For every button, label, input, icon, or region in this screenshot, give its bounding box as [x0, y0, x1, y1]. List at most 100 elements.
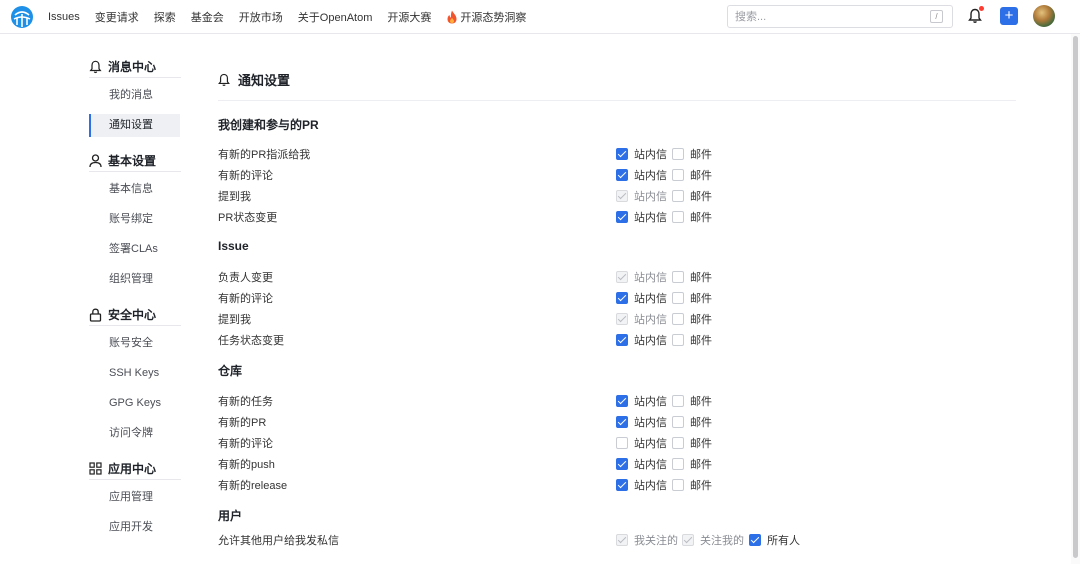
- site-message-checkbox[interactable]: [616, 437, 628, 449]
- sidebar-item-gpg-keys[interactable]: GPG Keys: [89, 392, 180, 415]
- nav-foundation[interactable]: 基金会: [191, 9, 224, 25]
- nav-issues[interactable]: Issues: [48, 11, 80, 23]
- create-new-button[interactable]: +: [1000, 7, 1018, 25]
- dm-permission-2-checkbox[interactable]: [749, 534, 761, 546]
- site-message-checkbox[interactable]: [616, 334, 628, 346]
- site-message-checkbox[interactable]: [616, 395, 628, 407]
- setting-row-label: 有新的评论: [218, 438, 273, 450]
- site-message-option[interactable]: 站内信: [616, 167, 667, 183]
- site-message-option[interactable]: 站内信: [616, 435, 667, 451]
- email-label: 邮件: [690, 293, 712, 305]
- email-checkbox[interactable]: [672, 416, 684, 428]
- notifications-button[interactable]: [968, 6, 984, 29]
- email-checkbox[interactable]: [672, 211, 684, 223]
- atomgit-logo-icon[interactable]: [11, 6, 33, 28]
- site-message-option[interactable]: 站内信: [616, 414, 667, 430]
- email-checkbox[interactable]: [672, 313, 684, 325]
- site-message-label: 站内信: [634, 335, 667, 347]
- sidebar-item-notification-settings[interactable]: 通知设置: [89, 114, 180, 137]
- email-checkbox[interactable]: [672, 148, 684, 160]
- email-option[interactable]: 邮件: [672, 269, 712, 285]
- nav-explore[interactable]: 探索: [154, 9, 176, 25]
- dm-permission-0-option[interactable]: 我关注的: [616, 532, 678, 548]
- dm-permission-0-label: 我关注的: [634, 535, 678, 547]
- email-checkbox[interactable]: [672, 190, 684, 202]
- email-option[interactable]: 邮件: [672, 209, 712, 225]
- email-label: 邮件: [690, 438, 712, 450]
- sidebar-item-my-messages[interactable]: 我的消息: [89, 84, 180, 107]
- user-icon: [89, 153, 102, 167]
- email-option[interactable]: 邮件: [672, 167, 712, 183]
- email-option[interactable]: 邮件: [672, 456, 712, 472]
- sidebar-item-basic-info[interactable]: 基本信息: [89, 178, 180, 201]
- site-message-option[interactable]: 站内信: [616, 393, 667, 409]
- dm-permission-1-label: 关注我的: [700, 535, 744, 547]
- email-checkbox[interactable]: [672, 437, 684, 449]
- site-message-checkbox[interactable]: [616, 211, 628, 223]
- search-input[interactable]: [728, 6, 918, 27]
- setting-row-label: PR状态变更: [218, 212, 278, 224]
- site-message-checkbox[interactable]: [616, 148, 628, 160]
- page-scrollbar[interactable]: [1071, 34, 1080, 564]
- dm-permission-1-option[interactable]: 关注我的: [682, 532, 744, 548]
- dm-permission-1-checkbox: [682, 534, 694, 546]
- email-label: 邮件: [690, 480, 712, 492]
- dm-permission-0-checkbox: [616, 534, 628, 546]
- nav-insights-label: 开源态势洞察: [460, 12, 527, 24]
- email-option[interactable]: 邮件: [672, 477, 712, 493]
- search-box[interactable]: /: [727, 5, 953, 28]
- sidebar-item-app-management[interactable]: 应用管理: [89, 486, 180, 509]
- sidebar-item-sign-clas[interactable]: 签署CLAs: [89, 238, 180, 261]
- email-option[interactable]: 邮件: [672, 332, 712, 348]
- nav-about-openatom[interactable]: 关于OpenAtom: [298, 9, 373, 25]
- site-message-checkbox[interactable]: [616, 169, 628, 181]
- site-message-checkbox[interactable]: [616, 479, 628, 491]
- site-message-option[interactable]: 站内信: [616, 209, 667, 225]
- email-option[interactable]: 邮件: [672, 311, 712, 327]
- site-message-checkbox[interactable]: [616, 458, 628, 470]
- email-checkbox[interactable]: [672, 292, 684, 304]
- sidebar-item-access-tokens[interactable]: 访问令牌: [89, 422, 180, 445]
- grid-icon: [89, 462, 102, 475]
- section-title-users: 用户: [218, 509, 243, 523]
- site-message-option[interactable]: 站内信: [616, 477, 667, 493]
- scrollbar-thumb[interactable]: [1073, 36, 1078, 558]
- nav-change-requests[interactable]: 变更请求: [95, 9, 139, 25]
- site-message-option[interactable]: 站内信: [616, 290, 667, 306]
- sidebar-item-org-management[interactable]: 组织管理: [89, 268, 180, 291]
- email-checkbox[interactable]: [672, 395, 684, 407]
- site-message-option[interactable]: 站内信: [616, 188, 667, 204]
- email-option[interactable]: 邮件: [672, 435, 712, 451]
- bell-icon: [89, 60, 102, 73]
- email-checkbox[interactable]: [672, 479, 684, 491]
- site-message-label: 站内信: [634, 272, 667, 284]
- email-checkbox[interactable]: [672, 458, 684, 470]
- email-checkbox[interactable]: [672, 271, 684, 283]
- site-message-option[interactable]: 站内信: [616, 456, 667, 472]
- nav-open-market[interactable]: 开放市场: [239, 9, 283, 25]
- site-message-label: 站内信: [634, 314, 667, 326]
- sidebar-item-ssh-keys[interactable]: SSH Keys: [89, 362, 180, 385]
- sidebar-item-account-binding[interactable]: 账号绑定: [89, 208, 180, 231]
- site-message-checkbox[interactable]: [616, 416, 628, 428]
- site-message-checkbox[interactable]: [616, 292, 628, 304]
- site-message-option[interactable]: 站内信: [616, 269, 667, 285]
- site-message-label: 站内信: [634, 293, 667, 305]
- site-message-option[interactable]: 站内信: [616, 332, 667, 348]
- email-option[interactable]: 邮件: [672, 414, 712, 430]
- user-avatar[interactable]: [1033, 5, 1055, 27]
- email-option[interactable]: 邮件: [672, 290, 712, 306]
- site-message-option[interactable]: 站内信: [616, 146, 667, 162]
- setting-row-label: 有新的push: [218, 459, 275, 471]
- email-checkbox[interactable]: [672, 169, 684, 181]
- site-message-option[interactable]: 站内信: [616, 311, 667, 327]
- sidebar-item-account-security[interactable]: 账号安全: [89, 332, 180, 355]
- email-option[interactable]: 邮件: [672, 188, 712, 204]
- email-option[interactable]: 邮件: [672, 146, 712, 162]
- nav-open-source-contest[interactable]: 开源大赛: [387, 9, 431, 25]
- sidebar-item-app-development[interactable]: 应用开发: [89, 516, 180, 539]
- nav-insights[interactable]: 开源态势洞察: [446, 9, 526, 25]
- email-checkbox[interactable]: [672, 334, 684, 346]
- email-option[interactable]: 邮件: [672, 393, 712, 409]
- dm-permission-2-option[interactable]: 所有人: [749, 532, 800, 548]
